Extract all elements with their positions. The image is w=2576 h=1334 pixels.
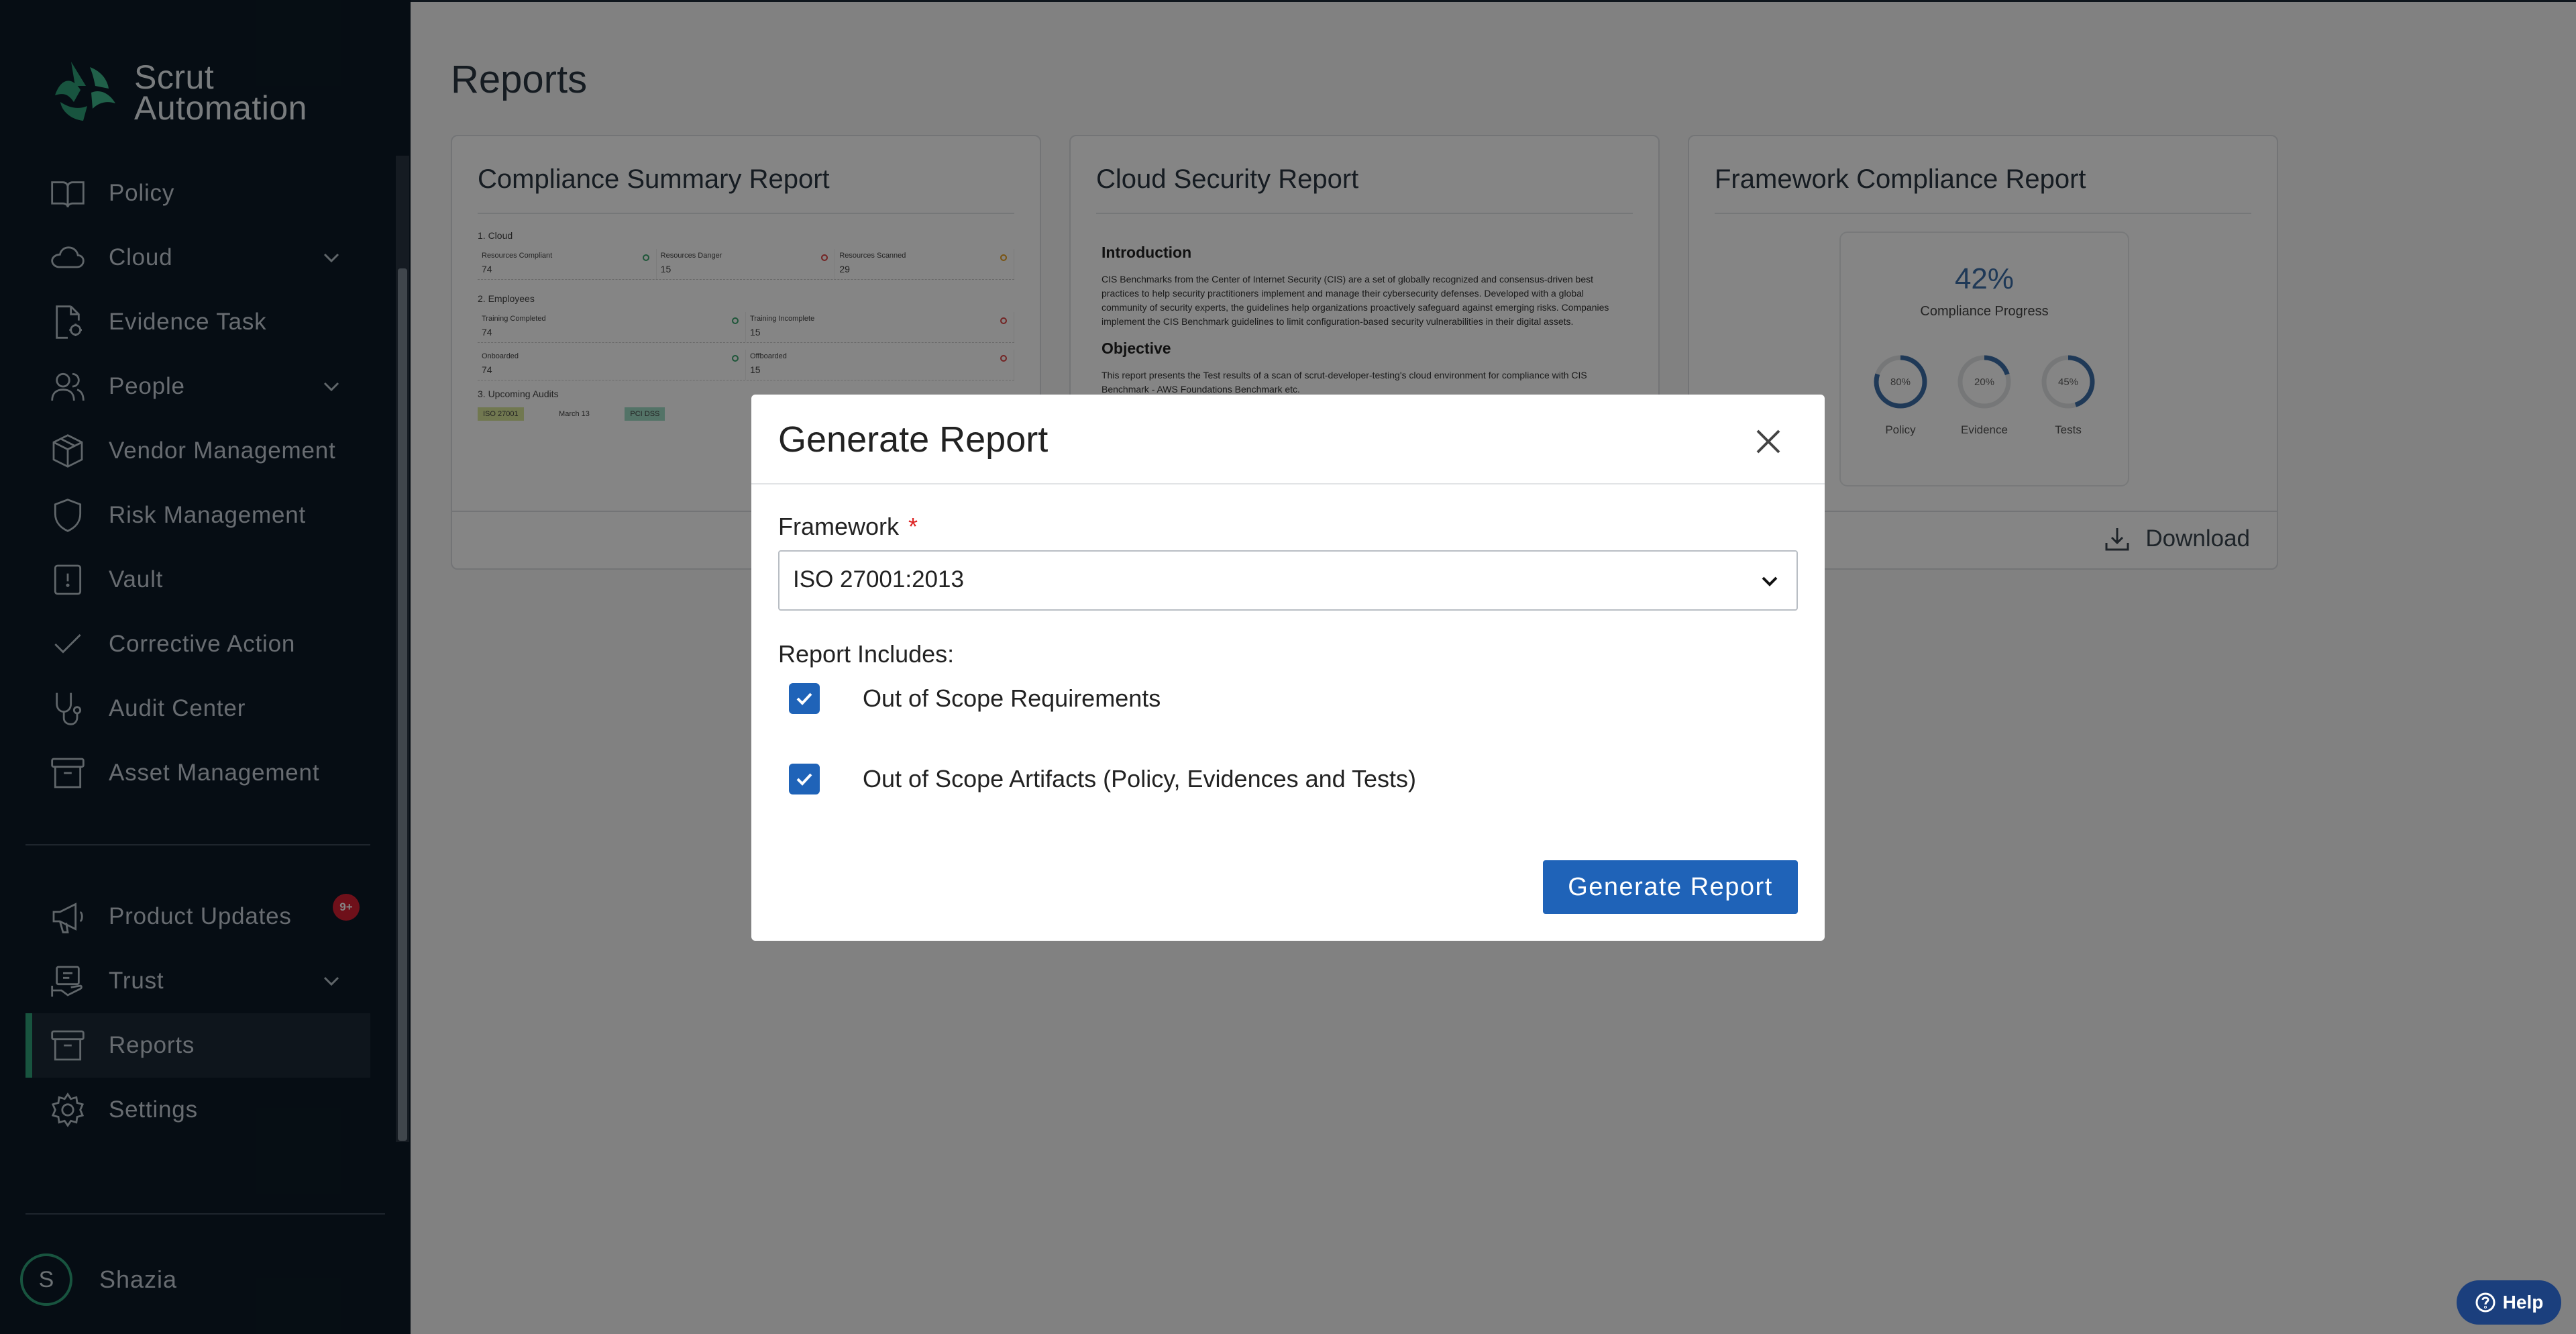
option-out-of-scope-requirements[interactable]: Out of Scope Requirements — [789, 683, 1161, 714]
generate-report-button[interactable]: Generate Report — [1543, 860, 1798, 914]
dialog-divider — [751, 483, 1825, 484]
checkbox-checked[interactable] — [789, 683, 820, 714]
checkmark-icon — [796, 773, 812, 786]
option-label: Out of Scope Artifacts (Policy, Evidence… — [863, 765, 1417, 792]
checkbox-checked[interactable] — [789, 764, 820, 794]
generate-report-dialog: Generate Report Framework * ISO 27001:201… — [751, 395, 1825, 941]
close-icon — [1756, 429, 1780, 454]
option-out-of-scope-artifacts[interactable]: Out of Scope Artifacts (Policy, Evidence… — [789, 764, 1416, 794]
checkmark-icon — [796, 692, 812, 705]
option-label: Out of Scope Requirements — [863, 684, 1161, 712]
dialog-title: Generate Report — [778, 419, 1049, 460]
framework-select-value: ISO 27001:2013 — [793, 566, 964, 593]
report-includes-label: Report Includes: — [778, 640, 955, 668]
close-button[interactable] — [1752, 425, 1784, 458]
framework-label-text: Framework — [778, 513, 900, 540]
help-icon — [2475, 1292, 2496, 1313]
framework-label: Framework * — [778, 513, 918, 541]
help-label: Help — [2502, 1292, 2544, 1313]
help-button[interactable]: Help — [2457, 1280, 2561, 1325]
framework-select[interactable]: ISO 27001:2013 — [778, 550, 1798, 611]
chevron-down-icon — [1758, 569, 1782, 593]
required-marker: * — [908, 513, 918, 540]
